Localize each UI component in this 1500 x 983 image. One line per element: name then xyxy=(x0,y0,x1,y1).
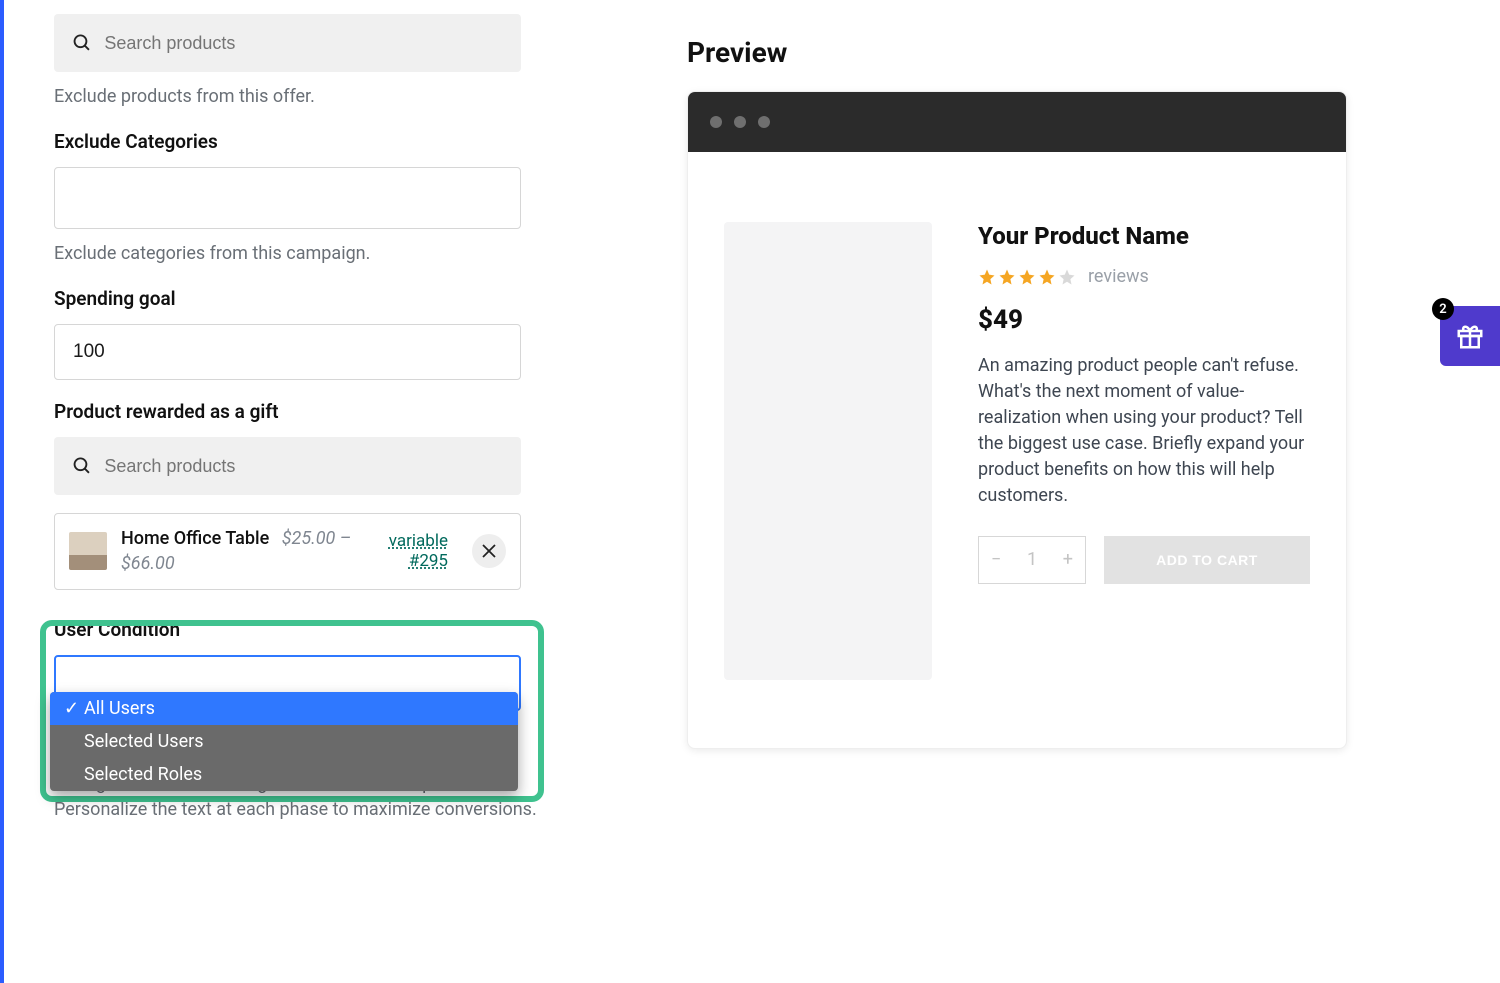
dropdown-option-selected-roles[interactable]: Selected Roles xyxy=(50,758,518,791)
exclude-categories-input[interactable] xyxy=(54,167,521,229)
preview-description: An amazing product people can't refuse. … xyxy=(978,353,1310,510)
product-type-link[interactable]: variable xyxy=(389,531,448,551)
gift-icon xyxy=(1455,321,1485,351)
product-name: Home Office Table xyxy=(121,528,269,549)
star-rating xyxy=(978,268,1076,286)
dropdown-option-label: All Users xyxy=(84,698,155,719)
window-dot xyxy=(758,116,770,128)
check-icon: ✓ xyxy=(64,698,78,719)
product-thumbnail xyxy=(69,532,107,570)
remove-product-button[interactable] xyxy=(472,534,506,568)
search-icon xyxy=(72,455,92,477)
spending-goal-label: Spending goal xyxy=(54,287,565,310)
exclude-products-help: Exclude products from this offer. xyxy=(54,84,565,110)
reward-product-card: Home Office Table $25.00 – $66.00 variab… xyxy=(54,513,521,589)
dropdown-option-all-users[interactable]: ✓ All Users xyxy=(50,692,518,725)
dropdown-option-label: Selected Users xyxy=(84,731,204,752)
window-dot xyxy=(710,116,722,128)
gift-count-badge: 2 xyxy=(1432,298,1454,320)
quantity-stepper[interactable]: − 1 + xyxy=(978,536,1086,584)
product-id-link[interactable]: #295 xyxy=(389,551,448,571)
exclude-products-input[interactable] xyxy=(104,33,503,54)
close-icon xyxy=(482,544,496,558)
exclude-categories-help: Exclude categories from this campaign. xyxy=(54,241,565,267)
preview-card: Your Product Name reviews $49 An amazing… xyxy=(687,91,1347,749)
reward-label: Product rewarded as a gift xyxy=(54,400,565,423)
qty-plus[interactable]: + xyxy=(1063,549,1073,570)
spending-goal-input[interactable] xyxy=(54,324,521,380)
qty-value: 1 xyxy=(1027,549,1037,570)
dropdown-option-selected-users[interactable]: Selected Users xyxy=(50,725,518,758)
add-to-cart-button[interactable]: ADD TO CART xyxy=(1104,536,1310,584)
reviews-label: reviews xyxy=(1088,266,1149,287)
dropdown-option-label: Selected Roles xyxy=(84,764,202,785)
preview-heading: Preview xyxy=(687,36,1500,69)
reward-search[interactable] xyxy=(54,437,521,495)
product-image-placeholder xyxy=(724,222,932,680)
qty-minus[interactable]: − xyxy=(991,549,1001,570)
reward-search-input[interactable] xyxy=(104,456,503,477)
user-condition-dropdown[interactable]: ✓ All Users Selected Users Selected Role… xyxy=(50,692,518,791)
browser-chrome xyxy=(688,92,1346,152)
window-dot xyxy=(734,116,746,128)
user-condition-label: User Condition xyxy=(54,618,565,641)
search-icon xyxy=(72,32,92,54)
exclude-products-search[interactable] xyxy=(54,14,521,72)
gift-widget-button[interactable]: 2 xyxy=(1440,306,1500,366)
preview-product-name: Your Product Name xyxy=(978,222,1310,250)
preview-price: $49 xyxy=(978,305,1310,335)
exclude-categories-label: Exclude Categories xyxy=(54,130,565,153)
